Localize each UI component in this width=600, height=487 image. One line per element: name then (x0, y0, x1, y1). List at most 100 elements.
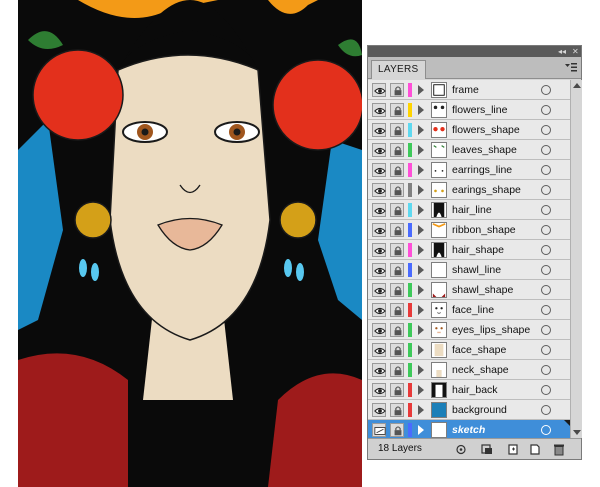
visibility-eye-icon[interactable] (372, 363, 386, 377)
target-circle-icon[interactable] (541, 365, 551, 375)
visibility-eye-icon[interactable] (372, 303, 386, 317)
target-circle-icon[interactable] (541, 125, 551, 135)
expand-triangle-icon[interactable] (418, 265, 424, 275)
expand-triangle-icon[interactable] (418, 225, 424, 235)
target-circle-icon[interactable] (541, 185, 551, 195)
layer-row-eyes_lips_shape[interactable]: eyes_lips_shape (368, 320, 570, 340)
collapse-icon[interactable]: ◂◂ (558, 46, 566, 57)
layer-row-face_line[interactable]: face_line (368, 300, 570, 320)
layer-name[interactable]: neck_shape (452, 360, 509, 380)
layer-row-frame[interactable]: frame (368, 80, 570, 100)
layer-row-earings_shape[interactable]: earings_shape (368, 180, 570, 200)
lock-icon[interactable] (390, 243, 404, 257)
lock-icon[interactable] (390, 423, 404, 437)
lock-icon[interactable] (390, 103, 404, 117)
expand-triangle-icon[interactable] (418, 165, 424, 175)
layer-row-hair_line[interactable]: hair_line (368, 200, 570, 220)
visibility-eye-icon[interactable] (372, 163, 386, 177)
layer-name[interactable]: eyes_lips_shape (452, 320, 530, 340)
layer-row-leaves_shape[interactable]: leaves_shape (368, 140, 570, 160)
lock-icon[interactable] (390, 143, 404, 157)
visibility-eye-icon[interactable] (372, 383, 386, 397)
template-layer-icon[interactable] (372, 423, 386, 437)
visibility-eye-icon[interactable] (372, 223, 386, 237)
expand-triangle-icon[interactable] (418, 105, 424, 115)
layer-row-flowers_shape[interactable]: flowers_shape (368, 120, 570, 140)
visibility-eye-icon[interactable] (372, 103, 386, 117)
target-circle-icon[interactable] (541, 205, 551, 215)
target-circle-icon[interactable] (541, 405, 551, 415)
layer-name[interactable]: face_shape (452, 340, 506, 360)
lock-icon[interactable] (390, 263, 404, 277)
lock-icon[interactable] (390, 303, 404, 317)
layer-name[interactable]: shawl_shape (452, 280, 513, 300)
expand-triangle-icon[interactable] (418, 365, 424, 375)
target-circle-icon[interactable] (541, 225, 551, 235)
expand-triangle-icon[interactable] (418, 345, 424, 355)
layer-list-scrollbar[interactable] (570, 80, 582, 438)
lock-icon[interactable] (390, 363, 404, 377)
layer-row-neck_shape[interactable]: neck_shape (368, 360, 570, 380)
layer-name[interactable]: hair_line (452, 200, 492, 220)
lock-icon[interactable] (390, 343, 404, 357)
target-circle-icon[interactable] (541, 385, 551, 395)
close-icon[interactable]: ✕ (572, 46, 579, 57)
layer-name[interactable]: ribbon_shape (452, 220, 516, 240)
layer-name[interactable]: flowers_line (452, 100, 507, 120)
layer-name[interactable]: face_line (452, 300, 494, 320)
layer-name[interactable]: background (452, 400, 507, 420)
layer-name[interactable]: leaves_shape (452, 140, 517, 160)
layer-row-sketch[interactable]: sketch (368, 420, 570, 440)
layer-name[interactable]: shawl_line (452, 260, 501, 280)
make-clipping-mask-icon[interactable] (480, 443, 494, 456)
visibility-eye-icon[interactable] (372, 403, 386, 417)
expand-triangle-icon[interactable] (418, 205, 424, 215)
target-circle-icon[interactable] (541, 85, 551, 95)
target-circle-icon[interactable] (541, 105, 551, 115)
target-circle-icon[interactable] (541, 345, 551, 355)
expand-triangle-icon[interactable] (418, 245, 424, 255)
layer-row-shawl_shape[interactable]: shawl_shape (368, 280, 570, 300)
lock-icon[interactable] (390, 283, 404, 297)
layer-name[interactable]: earrings_line (452, 160, 512, 180)
layer-row-hair_back[interactable]: hair_back (368, 380, 570, 400)
expand-triangle-icon[interactable] (418, 425, 424, 435)
visibility-eye-icon[interactable] (372, 343, 386, 357)
visibility-eye-icon[interactable] (372, 323, 386, 337)
visibility-eye-icon[interactable] (372, 143, 386, 157)
lock-icon[interactable] (390, 383, 404, 397)
scroll-up-icon[interactable] (573, 83, 581, 88)
layer-name[interactable]: frame (452, 80, 479, 100)
lock-icon[interactable] (390, 123, 404, 137)
expand-triangle-icon[interactable] (418, 125, 424, 135)
tab-layers[interactable]: LAYERS (371, 60, 426, 79)
new-layer-icon[interactable] (528, 443, 542, 456)
new-sublayer-icon[interactable] (506, 443, 520, 456)
target-circle-icon[interactable] (541, 165, 551, 175)
expand-triangle-icon[interactable] (418, 285, 424, 295)
expand-triangle-icon[interactable] (418, 185, 424, 195)
lock-icon[interactable] (390, 163, 404, 177)
lock-icon[interactable] (390, 183, 404, 197)
layer-row-face_shape[interactable]: face_shape (368, 340, 570, 360)
expand-triangle-icon[interactable] (418, 385, 424, 395)
visibility-eye-icon[interactable] (372, 283, 386, 297)
lock-icon[interactable] (390, 323, 404, 337)
target-circle-icon[interactable] (541, 305, 551, 315)
target-circle-icon[interactable] (541, 425, 551, 435)
layer-row-background[interactable]: background (368, 400, 570, 420)
visibility-eye-icon[interactable] (372, 183, 386, 197)
expand-triangle-icon[interactable] (418, 325, 424, 335)
visibility-eye-icon[interactable] (372, 203, 386, 217)
layer-row-flowers_line[interactable]: flowers_line (368, 100, 570, 120)
panel-menu-icon[interactable] (565, 62, 577, 73)
layer-name[interactable]: flowers_shape (452, 120, 520, 140)
layer-name[interactable]: sketch (452, 420, 485, 440)
visibility-eye-icon[interactable] (372, 243, 386, 257)
layer-row-shawl_line[interactable]: shawl_line (368, 260, 570, 280)
target-circle-icon[interactable] (541, 245, 551, 255)
target-circle-icon[interactable] (541, 325, 551, 335)
target-circle-icon[interactable] (541, 285, 551, 295)
locate-object-icon[interactable] (454, 443, 468, 456)
target-circle-icon[interactable] (541, 145, 551, 155)
